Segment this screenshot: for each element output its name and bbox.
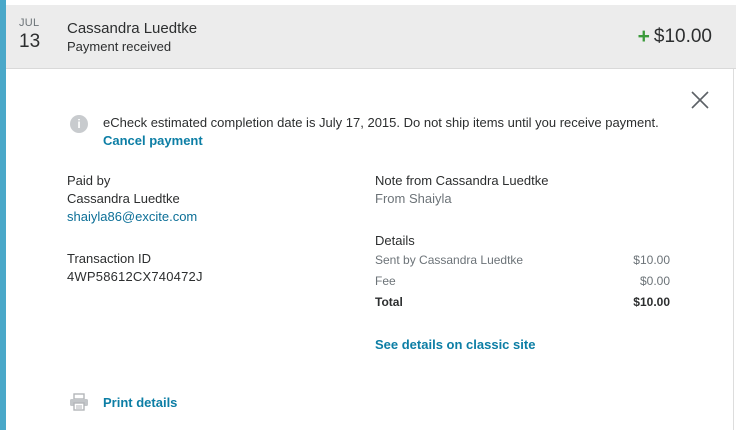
payer-name: Cassandra Luedtke: [67, 191, 180, 206]
transaction-detail-frame: JUL 13 Cassandra Luedtke Payment receive…: [0, 0, 736, 430]
transaction-id-label: Transaction ID: [67, 251, 152, 266]
transaction-summary-row[interactable]: JUL 13 Cassandra Luedtke Payment receive…: [6, 5, 736, 69]
paid-by-label: Paid by: [67, 173, 111, 188]
notice-text: eCheck estimated completion date is July…: [103, 115, 659, 130]
transaction-detail-panel: i eCheck estimated completion date is Ju…: [6, 69, 734, 430]
details-row-label: Sent by Cassandra Luedtke: [375, 253, 524, 267]
cancel-payment-link[interactable]: Cancel payment: [103, 133, 203, 148]
details-row-total: Total $10.00: [375, 292, 670, 313]
details-row-fee: Fee $0.00: [375, 271, 670, 292]
plus-icon: +: [637, 25, 650, 48]
note-label: Note from Cassandra Luedtke: [375, 173, 549, 188]
payer-info: Paid by Cassandra Luedtke shaiyla86@exci…: [67, 172, 327, 286]
date-month: JUL: [19, 17, 40, 29]
classic-site-link[interactable]: See details on classic site: [375, 337, 535, 352]
close-icon[interactable]: [689, 89, 711, 111]
print-details-label: Print details: [103, 394, 178, 410]
details-row-label: Total: [375, 295, 403, 309]
payment-details: Note from Cassandra Luedtke From Shaiyla…: [375, 172, 670, 313]
payer-email[interactable]: shaiyla86@excite.com: [67, 208, 327, 226]
transaction-id-value: 4WP58612CX740472J: [67, 269, 203, 284]
print-details-button[interactable]: Print details: [69, 393, 177, 411]
date-day: 13: [19, 31, 41, 52]
details-row-value: $10.00: [633, 295, 670, 309]
printer-icon: [69, 393, 89, 411]
info-icon: i: [70, 115, 88, 133]
details-row-value: $10.00: [633, 253, 670, 267]
transaction-amount: + $10.00: [638, 25, 712, 49]
counterparty-name: Cassandra Luedtke: [67, 20, 198, 37]
details-row-sent: Sent by Cassandra Luedtke $10.00: [375, 250, 670, 271]
note-text: From Shaiyla: [375, 191, 452, 206]
details-label: Details: [375, 233, 415, 248]
details-row-label: Fee: [375, 274, 396, 288]
transaction-status: Payment received: [67, 39, 172, 54]
details-row-value: $0.00: [639, 274, 670, 288]
echeck-notice: eCheck estimated completion date is July…: [103, 114, 663, 150]
amount-value: $10.00: [653, 26, 712, 47]
